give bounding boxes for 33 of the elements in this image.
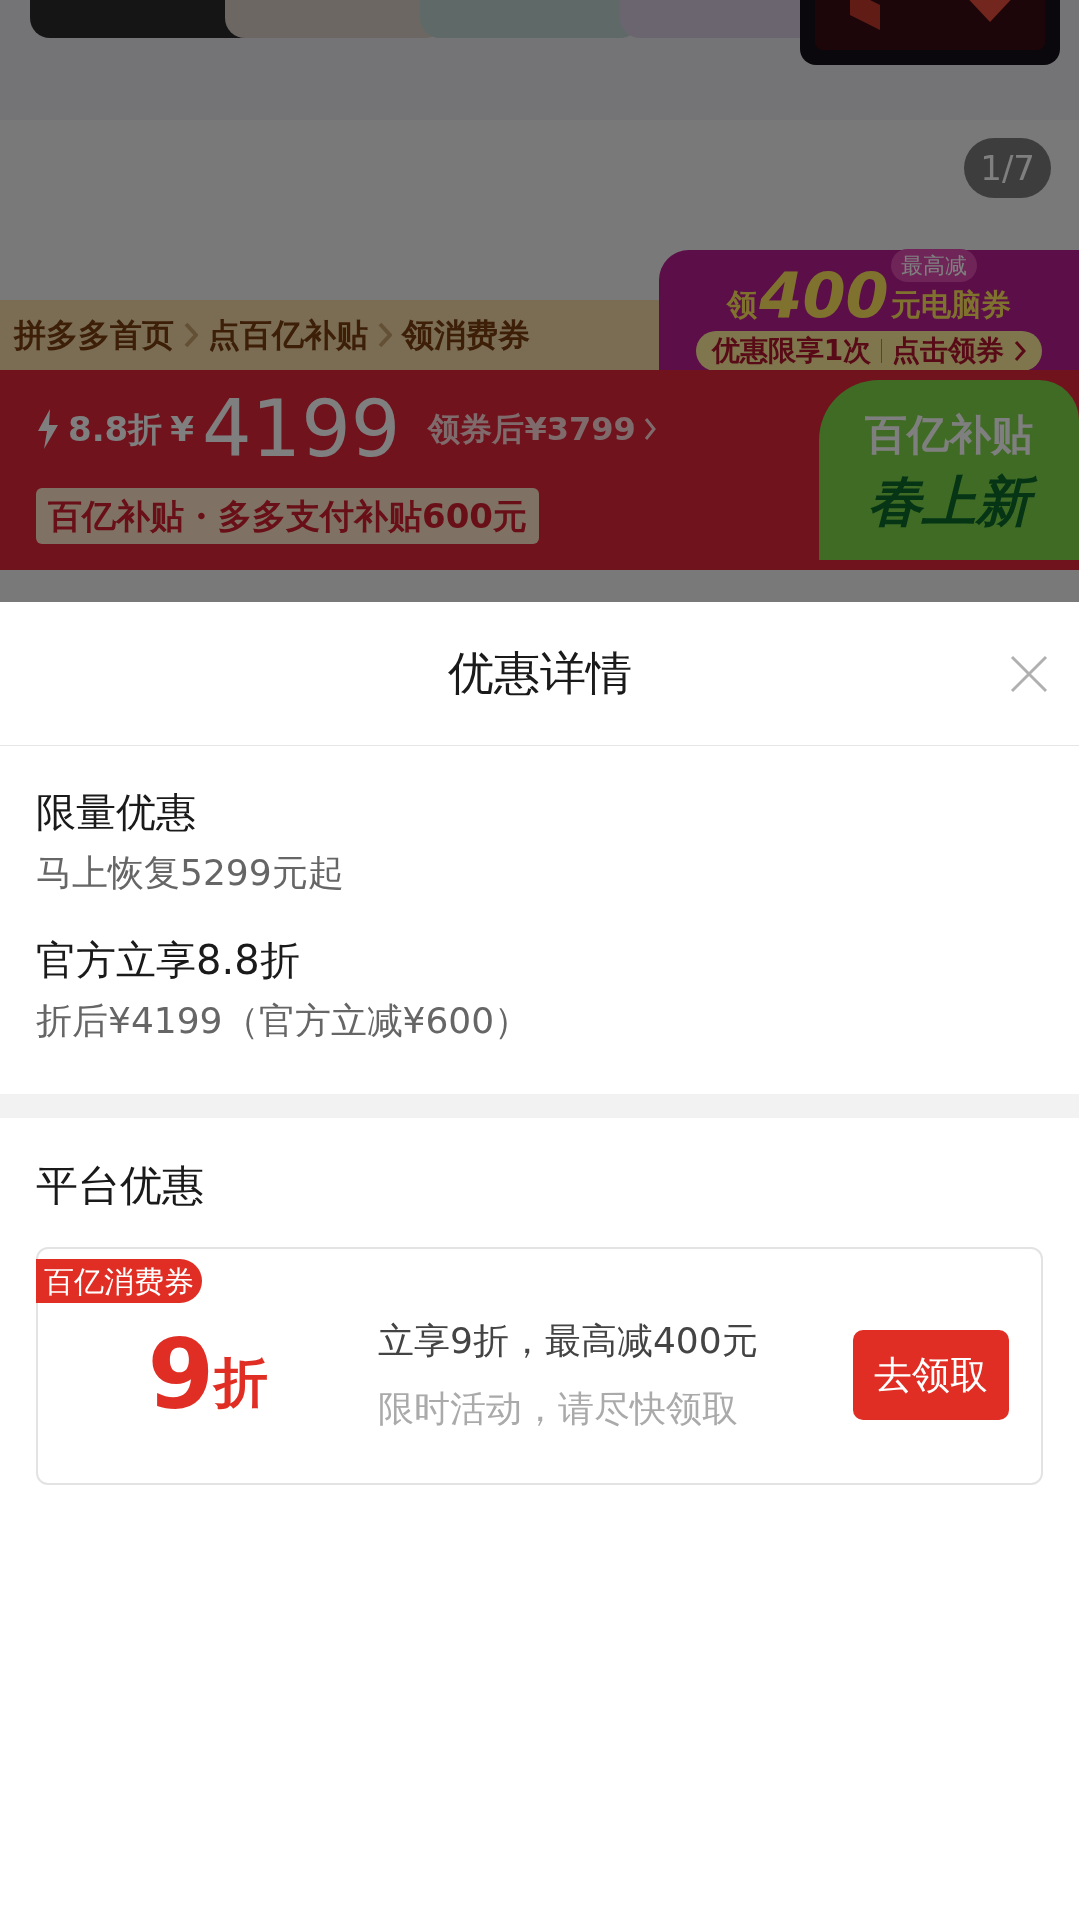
section-title: 平台优惠 xyxy=(36,1160,205,1212)
price: 4199 xyxy=(201,384,401,474)
step-label: 点百亿补贴 xyxy=(208,315,368,356)
lightning-icon xyxy=(36,409,60,449)
badge-slogan: 春上新 xyxy=(854,465,1044,538)
banner-suffix: 元电脑券 xyxy=(890,286,1011,324)
chevron-icon xyxy=(184,322,198,348)
coupon-tag: 百亿消费券 xyxy=(36,1259,202,1303)
badge-title: 百亿补贴 xyxy=(865,408,1033,461)
discount-label: 8.8折 xyxy=(68,407,163,451)
subsidy-tag: 百亿补贴・多多支付补贴600元 xyxy=(36,488,539,544)
coupon-unit: 折 xyxy=(214,1350,269,1416)
page-indicator: 1/7 xyxy=(964,138,1051,198)
step-label: 拼多多首页 xyxy=(14,315,174,356)
coupon-price: 领券后¥3799 xyxy=(428,409,636,450)
offer-title: 限量优惠 xyxy=(36,788,197,837)
banner-amount: 400 xyxy=(759,265,889,327)
step-label: 领消费券 xyxy=(402,315,530,356)
offer-detail: 折后¥4199（官方立减¥600） xyxy=(36,999,532,1043)
banner-prefix: 领 xyxy=(727,286,758,324)
chevron-icon xyxy=(1014,340,1027,362)
currency-symbol: ¥ xyxy=(170,407,194,451)
offer-detail: 马上恢复5299元起 xyxy=(36,851,345,895)
sheet-title: 优惠详情 xyxy=(447,645,632,702)
chevron-icon xyxy=(378,322,392,348)
coupon-note: 限时活动，请尽快领取 xyxy=(378,1387,739,1431)
claim-banner-button[interactable]: 优惠限享1次 点击领券 xyxy=(695,331,1043,371)
offer-title: 官方立享8.8折 xyxy=(36,936,301,985)
chevron-icon xyxy=(643,417,656,441)
coupon-headline: 立享9折，最高减400元 xyxy=(378,1319,759,1363)
max-discount-badge: 最高减 xyxy=(890,249,977,282)
claim-button[interactable]: 去领取 xyxy=(853,1330,1009,1420)
close-icon[interactable] xyxy=(1009,653,1049,694)
